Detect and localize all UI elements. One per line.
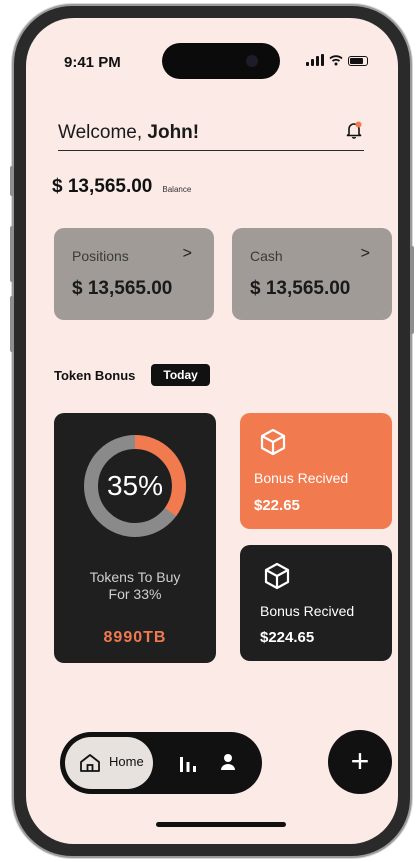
positions-amount: $ 13,565.00 bbox=[72, 278, 173, 299]
phone-frame: 9:41 PM Welcome, John! $ 13,565.00 Balan… bbox=[10, 6, 414, 856]
welcome-prefix: Welcome, bbox=[58, 122, 148, 143]
chevron-right-icon: > bbox=[360, 245, 370, 262]
balance-label: Balance bbox=[162, 185, 192, 194]
progress-percent: 35% bbox=[106, 470, 164, 501]
volume-down-button bbox=[10, 296, 14, 352]
cube-icon bbox=[260, 428, 286, 456]
bonus-received-title: Bonus Recived bbox=[254, 470, 349, 486]
camera-icon bbox=[246, 55, 258, 67]
positions-card[interactable]: Positions > $ 13,565.00 bbox=[54, 228, 214, 320]
welcome-text: Welcome, John! bbox=[58, 122, 199, 144]
status-icons bbox=[306, 54, 368, 66]
wifi-icon bbox=[329, 55, 343, 66]
bonus-received-value: $22.65 bbox=[254, 497, 300, 514]
nav-home-button[interactable]: Home bbox=[65, 737, 153, 789]
user-icon[interactable] bbox=[220, 753, 236, 771]
cash-card[interactable]: Cash > $ 13,565.00 bbox=[232, 228, 392, 320]
cash-amount: $ 13,565.00 bbox=[250, 278, 351, 299]
bell-icon[interactable] bbox=[344, 120, 364, 140]
bonus-received-title: Bonus Recived bbox=[260, 603, 355, 619]
signal-icon bbox=[306, 54, 324, 66]
status-bar: 9:41 PM bbox=[26, 18, 398, 79]
cash-label: Cash bbox=[250, 248, 283, 264]
tokens-amount: 8990TB bbox=[103, 629, 167, 646]
token-progress-card[interactable]: 35% Tokens To Buy For 33% 8990TB bbox=[54, 413, 216, 663]
chevron-right-icon: > bbox=[182, 245, 192, 262]
dynamic-island bbox=[162, 43, 280, 79]
token-bonus-header: Token Bonus Today bbox=[54, 364, 210, 386]
balance-amount: $ 13,565.00 bbox=[52, 176, 153, 197]
home-icon bbox=[80, 754, 100, 772]
bonus-received-card[interactable]: Bonus Recived $22.65 bbox=[240, 413, 392, 529]
welcome-header: Welcome, John! bbox=[58, 118, 364, 151]
balance-row: $ 13,565.00 Balance bbox=[52, 176, 191, 198]
user-name: John! bbox=[147, 122, 200, 143]
battery-icon bbox=[348, 56, 368, 66]
add-button[interactable]: + bbox=[328, 730, 392, 794]
bonus-received-card[interactable]: Bonus Recived $224.65 bbox=[240, 545, 392, 661]
token-bonus-title: Token Bonus bbox=[54, 367, 136, 383]
action-button bbox=[10, 166, 14, 196]
chart-icon[interactable] bbox=[178, 754, 198, 772]
bonus-received-value: $224.65 bbox=[260, 629, 315, 646]
positions-label: Positions bbox=[72, 248, 129, 264]
home-indicator bbox=[156, 822, 286, 827]
tokens-description: Tokens To Buy For 33% bbox=[89, 569, 181, 602]
power-button bbox=[410, 246, 414, 334]
screen: 9:41 PM Welcome, John! $ 13,565.00 Balan… bbox=[26, 18, 398, 844]
volume-up-button bbox=[10, 226, 14, 282]
cube-icon bbox=[264, 562, 290, 590]
bottom-nav: Home bbox=[60, 732, 262, 794]
today-filter-button[interactable]: Today bbox=[151, 364, 210, 386]
status-time: 9:41 PM bbox=[64, 54, 121, 71]
nav-home-label: Home bbox=[109, 754, 144, 769]
